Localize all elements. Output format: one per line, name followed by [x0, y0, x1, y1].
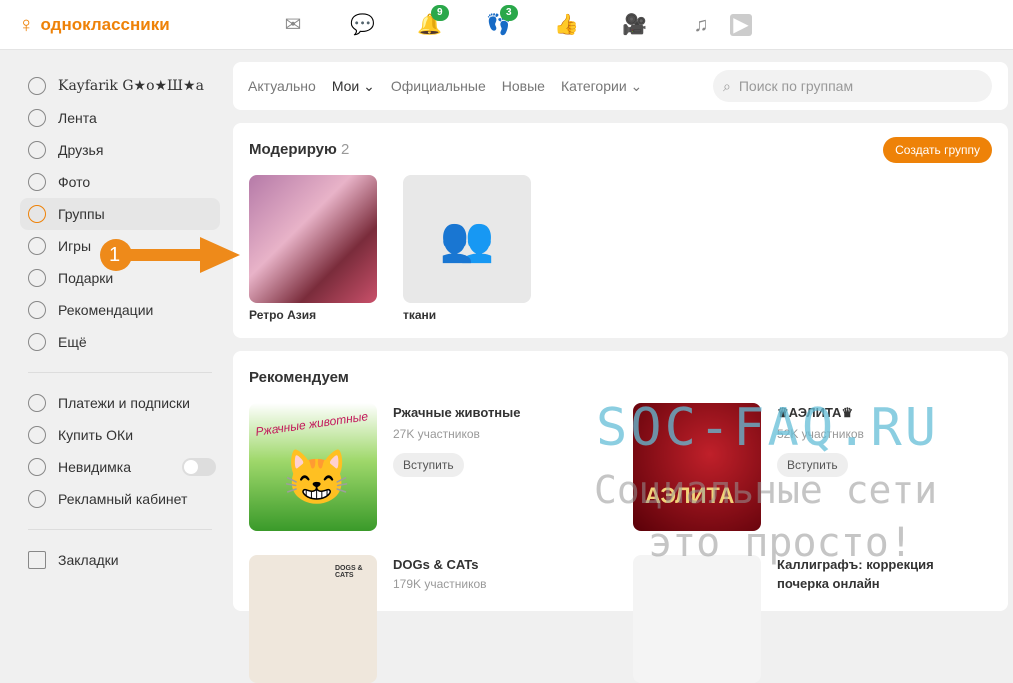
guests-icon[interactable]: 👣 3 [486, 5, 518, 36]
create-group-button[interactable]: Создать группу [883, 137, 992, 163]
home-icon [28, 109, 46, 127]
wallet-icon [28, 394, 46, 412]
compass-icon [28, 301, 46, 319]
annotation-arrow: 1 [100, 235, 245, 275]
invisible-toggle[interactable] [182, 458, 216, 476]
group-name[interactable]: DOGs & CATs [393, 555, 478, 574]
tab-mine[interactable]: Мои ⌄ [332, 78, 375, 95]
member-count: 179K участников [393, 577, 487, 591]
sidebar: Kayfarik G★o★Ш★a Лента Друзья Фото Групп… [20, 70, 220, 576]
notifications-badge: 9 [431, 5, 449, 21]
member-count: 27K участников [393, 427, 480, 441]
group-image-animals[interactable]: Ржачные животные 😸 [249, 403, 377, 531]
divider [28, 372, 212, 373]
search-icon: ⌕ [723, 77, 731, 94]
friends-icon [28, 141, 46, 159]
notifications-icon[interactable]: 🔔 9 [417, 5, 449, 36]
group-name[interactable]: ткани [403, 308, 436, 322]
join-button[interactable]: Вступить [777, 453, 848, 477]
tab-new[interactable]: Новые [502, 78, 545, 94]
photo-icon [28, 173, 46, 191]
gamepad-icon [28, 237, 46, 255]
sidebar-item-bookmarks[interactable]: Закладки [20, 544, 220, 576]
group-name[interactable]: ♛АЭЛИТА♛ [777, 403, 853, 422]
sidebar-item-profile[interactable]: Kayfarik G★o★Ш★a [20, 70, 220, 102]
ok-logo-icon: ♀ [18, 12, 35, 37]
sidebar-item-friends[interactable]: Друзья [20, 134, 220, 166]
join-button[interactable]: Вступить [393, 453, 464, 477]
group-placeholder-icon[interactable]: 👥 [403, 175, 531, 303]
section-title: Рекомендуем [249, 369, 349, 386]
top-header: ♀ одноклассники ✉ 💬 🔔 9 👣 3 👍 🎥 ♫ ▶ [0, 0, 1013, 50]
divider [28, 529, 212, 530]
sidebar-item-groups[interactable]: Группы [20, 198, 220, 230]
group-search-input[interactable]: ⌕ Поиск по группам [713, 70, 992, 102]
guests-badge: 3 [500, 5, 518, 21]
tab-official[interactable]: Официальные [391, 78, 486, 94]
likes-icon[interactable]: 👍 [554, 14, 579, 36]
coin-icon [28, 426, 46, 444]
video-icon[interactable]: 🎥 [622, 14, 647, 36]
sidebar-item-buy-ok[interactable]: Купить ОКи [20, 419, 220, 451]
sidebar-item-ads[interactable]: Рекламный кабинет [20, 483, 220, 515]
groups-icon [28, 205, 46, 223]
sidebar-item-feed[interactable]: Лента [20, 102, 220, 134]
music-icon[interactable]: ♫ [690, 14, 712, 36]
sidebar-item-invisible[interactable]: Невидимка [20, 451, 220, 483]
group-image-dogs-cats[interactable]: DOGS & CATS [249, 555, 377, 683]
play-icon[interactable]: ▶ [730, 14, 752, 36]
tab-actual[interactable]: Актуально [248, 78, 316, 94]
sidebar-item-photo[interactable]: Фото [20, 166, 220, 198]
invisible-icon [28, 458, 46, 476]
ok-logo[interactable]: ♀ одноклассники [18, 12, 170, 38]
rocket-icon [28, 490, 46, 508]
user-icon [28, 77, 46, 95]
tab-categories[interactable]: Категории ⌄ [561, 78, 642, 95]
more-icon [28, 333, 46, 351]
group-name[interactable]: Ретро Азия [249, 308, 316, 322]
sidebar-item-recommendations[interactable]: Рекомендации [20, 294, 220, 326]
group-image-aelita[interactable]: АЭЛИТА [633, 403, 761, 531]
sidebar-item-more[interactable]: Ещё [20, 326, 220, 358]
moderate-section: Модерирую 2 Создать группу Ретро Азия 👥 … [233, 123, 1008, 338]
messages-icon[interactable]: ✉ [282, 14, 304, 36]
sidebar-item-payments[interactable]: Платежи и подписки [20, 387, 220, 419]
section-title: Модерирую 2 [249, 141, 350, 158]
recommend-section: Рекомендуем Ржачные животные 😸 Ржачные жи… [233, 351, 1008, 683]
discussions-icon[interactable]: 💬 [350, 14, 375, 36]
member-count: 52K участников [777, 427, 864, 441]
group-image-retro-asia[interactable] [249, 175, 377, 303]
group-name[interactable]: Каллиграфъ: коррекция почерка онлайн [777, 555, 977, 593]
gift-icon [28, 269, 46, 287]
groups-tabs: Актуально Мои ⌄ Официальные Новые Катего… [233, 62, 1008, 110]
group-image-calligraphy[interactable] [633, 555, 761, 683]
bookmark-icon [28, 551, 46, 569]
group-name[interactable]: Ржачные животные [393, 403, 521, 422]
